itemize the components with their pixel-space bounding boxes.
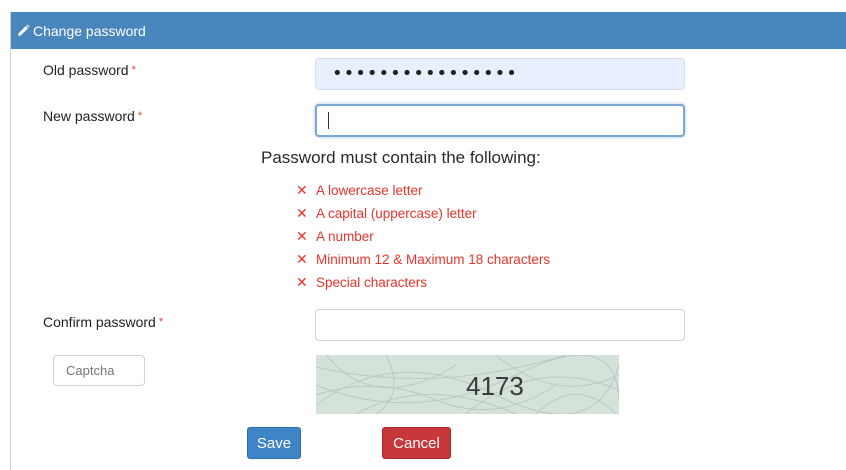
old-password-label: Old password * xyxy=(43,62,136,78)
requirement-item: ✕ Special characters xyxy=(296,271,550,294)
confirm-password-label: Confirm password * xyxy=(43,314,163,330)
requirement-text: Minimum 12 & Maximum 18 characters xyxy=(316,252,551,267)
panel-title: Change password xyxy=(33,22,146,39)
requirement-text: A number xyxy=(316,229,374,244)
requirement-item: ✕ A number xyxy=(296,225,550,248)
confirm-password-label-text: Confirm password xyxy=(43,314,156,330)
old-password-input[interactable]: •••••••••••••••• xyxy=(315,58,685,90)
cross-icon: ✕ xyxy=(296,228,308,245)
cross-icon: ✕ xyxy=(296,182,308,199)
cross-icon: ✕ xyxy=(296,274,308,291)
new-password-label: New password * xyxy=(43,108,142,124)
new-password-input[interactable] xyxy=(315,104,685,137)
captcha-input[interactable] xyxy=(53,355,145,386)
masked-password: •••••••••••••••• xyxy=(332,63,518,84)
requirement-text: Special characters xyxy=(316,275,428,290)
captcha-text: 4173 xyxy=(466,371,524,401)
captcha-noise: 4173 xyxy=(316,355,619,414)
cancel-button[interactable]: Cancel xyxy=(382,427,451,459)
old-password-label-text: Old password xyxy=(43,62,129,78)
password-requirements-list: ✕ A lowercase letter ✕ A capital (uppercas… xyxy=(296,179,550,294)
confirm-password-input[interactable] xyxy=(315,309,685,341)
requirement-item: ✕ Minimum 12 & Maximum 18 characters xyxy=(296,248,550,271)
required-mark: * xyxy=(137,110,143,122)
requirement-item: ✕ A capital (uppercase) letter xyxy=(296,202,550,225)
text-caret xyxy=(328,112,329,129)
change-password-panel: Change password Old password * ••••••••••… xyxy=(10,12,846,470)
required-mark: * xyxy=(158,316,164,328)
requirement-text: A lowercase letter xyxy=(316,183,423,198)
pencil-icon xyxy=(16,24,30,38)
requirement-item: ✕ A lowercase letter xyxy=(296,179,550,202)
new-password-label-text: New password xyxy=(43,108,135,124)
password-requirements-title: Password must contain the following: xyxy=(261,148,541,167)
cross-icon: ✕ xyxy=(296,251,308,268)
panel-header: Change password xyxy=(11,12,846,49)
captcha-image: 4173 xyxy=(316,355,619,414)
required-mark: * xyxy=(131,64,136,76)
requirement-text: A capital (uppercase) letter xyxy=(316,206,477,221)
cross-icon: ✕ xyxy=(296,205,308,222)
save-button[interactable]: Save xyxy=(247,427,301,459)
